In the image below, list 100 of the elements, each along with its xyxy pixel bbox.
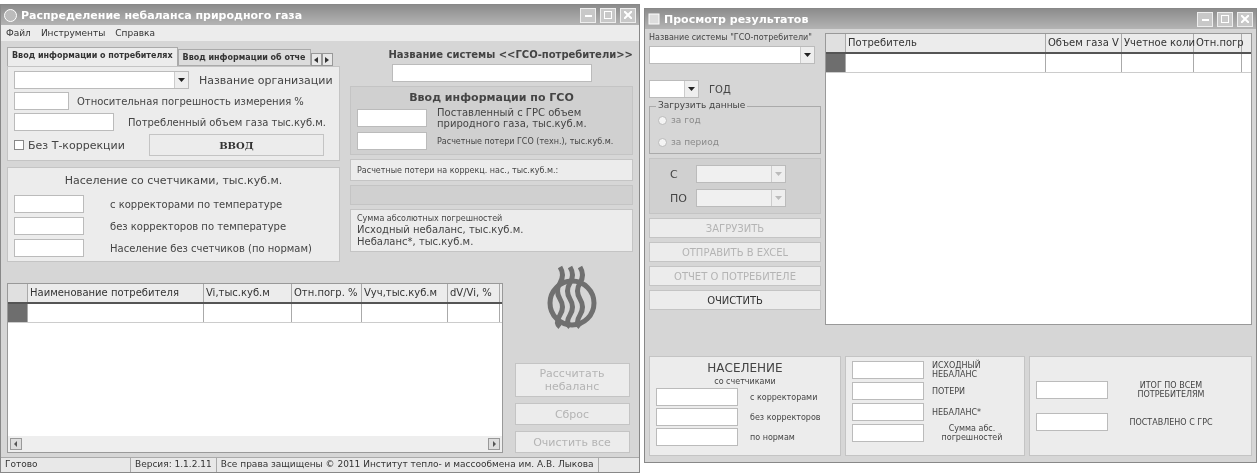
field-label: ИСХОДНЫЙ НЕБАЛАНС xyxy=(932,361,982,379)
close-icon xyxy=(624,11,632,19)
system-label: Название системы <<ГСО-потребители>> xyxy=(387,49,633,60)
row-selector xyxy=(826,54,846,72)
left-arrow-icon xyxy=(314,56,319,63)
caret-icon xyxy=(775,196,782,200)
year-label: ГОД xyxy=(709,83,731,95)
minimize-icon xyxy=(1201,17,1209,21)
from-label: С xyxy=(670,167,679,181)
maximize-button[interactable] xyxy=(1217,11,1233,27)
row-selector xyxy=(8,304,28,322)
field-label: ИТОГ ПО ВСЕМ ПОТРЕБИТЕЛЯМ xyxy=(1136,381,1206,399)
caret-icon xyxy=(775,172,782,176)
field-label: Потребленный объем газа тыс.куб.м. xyxy=(128,116,326,128)
input-field[interactable] xyxy=(1036,413,1108,431)
section-title: Ввод информации по ГСО xyxy=(408,91,575,104)
menu-item[interactable]: Инструменты xyxy=(40,28,106,38)
status-text: Все права защищены © 2011 Институт тепло- и массообмена им. А.В. Лыкова xyxy=(216,458,599,472)
column-header: Потребитель xyxy=(846,34,1046,52)
input-field[interactable] xyxy=(852,382,924,400)
caret-icon xyxy=(178,78,185,82)
column-header: Наименование потребителя xyxy=(28,284,204,302)
input-field[interactable] xyxy=(14,239,84,257)
column-header: dV/Vi, % xyxy=(448,284,500,302)
status-text: Версия: 1.1.2.11 xyxy=(131,458,217,472)
section-title: Население со счетчиками, тыс.куб.м. xyxy=(63,173,284,189)
field-label: Расчетные потери ГСО (техн.), тыс.куб.м. xyxy=(437,136,614,146)
menu-item[interactable]: Справка xyxy=(115,28,155,38)
to-dropdown[interactable] xyxy=(696,189,786,207)
field-label: Название организации xyxy=(199,73,333,87)
organization-dropdown[interactable] xyxy=(14,71,189,89)
horizontal-scrollbar[interactable] xyxy=(8,436,502,452)
system-label: Название системы "ГСО-потребители" xyxy=(649,33,813,42)
column-header: Учетное коли xyxy=(1122,34,1194,52)
minimize-icon xyxy=(584,13,592,17)
close-button[interactable] xyxy=(620,7,636,23)
caret-icon xyxy=(688,87,695,91)
column-header: Vi,тыс.куб.м xyxy=(204,284,292,302)
year-dropdown[interactable] xyxy=(649,80,699,98)
field-label: Относительная погрешность измерения % xyxy=(77,95,304,107)
caret-icon xyxy=(804,53,811,57)
checkbox[interactable] xyxy=(14,140,24,150)
scroll-left-icon[interactable] xyxy=(10,438,22,450)
enter-button[interactable]: ВВОД xyxy=(148,134,324,156)
field-label: без корректоров xyxy=(750,412,821,422)
radio-label: за период xyxy=(671,137,719,147)
input-field[interactable] xyxy=(852,361,924,379)
summary-label: Небаланс*, тыс.куб.м. xyxy=(357,236,475,247)
input-field[interactable] xyxy=(656,428,738,446)
minimize-button[interactable] xyxy=(1197,11,1213,27)
field-label: Население без счетчиков (по нормам) xyxy=(110,242,312,254)
summary-label: Сумма абсолютных погрешностей xyxy=(357,214,504,223)
window-title: Распределение небаланса природного газа xyxy=(21,8,304,22)
losses-label: Расчетные потери на коррекц. нас., тыс.куб.м.: xyxy=(357,165,560,175)
right-arrow-icon xyxy=(325,56,330,63)
app-icon xyxy=(648,13,660,25)
minimize-button[interactable] xyxy=(580,7,596,23)
close-button[interactable] xyxy=(1237,11,1253,27)
menu-item[interactable]: Файл xyxy=(6,28,31,38)
tab[interactable]: Ввод информации об отче xyxy=(177,49,311,66)
input-field[interactable] xyxy=(14,195,84,213)
field-label: Поставленный с ГРС объем природного газа, тыс.куб.м. xyxy=(437,107,588,129)
maximize-icon xyxy=(604,11,612,19)
field-label: Сумма абс. погрешностей xyxy=(940,424,1004,442)
maximize-button[interactable] xyxy=(600,7,616,23)
window-title: Просмотр результатов xyxy=(664,12,810,26)
field-label: без корректоров по температуре xyxy=(110,220,287,232)
tab-scroll-left-button[interactable] xyxy=(310,53,322,66)
summary-label: Исходный небаланс, тыс.куб.м. xyxy=(357,224,525,235)
field-label: ПОСТАВЛЕНО С ГРС xyxy=(1128,417,1214,427)
radio-label: за год xyxy=(671,115,701,125)
input-field[interactable] xyxy=(852,403,924,421)
input-field[interactable] xyxy=(14,113,114,131)
action-button[interactable]: ОЧИСТИТЬ xyxy=(649,290,821,310)
column-header: Vуч,тыс.куб.м xyxy=(362,284,448,302)
input-field[interactable] xyxy=(1036,381,1108,399)
status-text: Готово xyxy=(1,458,131,472)
checkbox-label: Без Т-коррекции xyxy=(28,138,125,152)
system-dropdown[interactable] xyxy=(649,46,815,64)
input-field[interactable] xyxy=(14,217,84,235)
field-label: с корректорами xyxy=(750,392,818,402)
column-header: Объем газа V xyxy=(1046,34,1122,52)
input-field[interactable] xyxy=(656,408,738,426)
app-icon xyxy=(4,8,17,22)
tab[interactable]: Ввод информации о потребителях xyxy=(7,47,178,66)
field-label: ПОТЕРИ xyxy=(932,386,967,396)
section-subtitle: со счетчиками xyxy=(714,377,776,386)
system-name-field[interactable] xyxy=(391,64,592,82)
from-dropdown[interactable] xyxy=(696,165,786,183)
field-label: НЕБАЛАНС* xyxy=(932,407,983,417)
scroll-right-icon[interactable] xyxy=(488,438,500,450)
field-label: с корректорами по температуре xyxy=(110,198,283,210)
input-field[interactable] xyxy=(656,388,738,406)
input-field[interactable] xyxy=(357,109,427,127)
tab-scroll-right-button[interactable] xyxy=(321,53,333,66)
close-icon xyxy=(1241,15,1249,23)
input-field[interactable] xyxy=(852,424,924,442)
section-title: НАСЕЛЕНИЕ xyxy=(707,361,783,375)
input-field[interactable] xyxy=(357,132,427,150)
input-field[interactable] xyxy=(14,92,69,110)
